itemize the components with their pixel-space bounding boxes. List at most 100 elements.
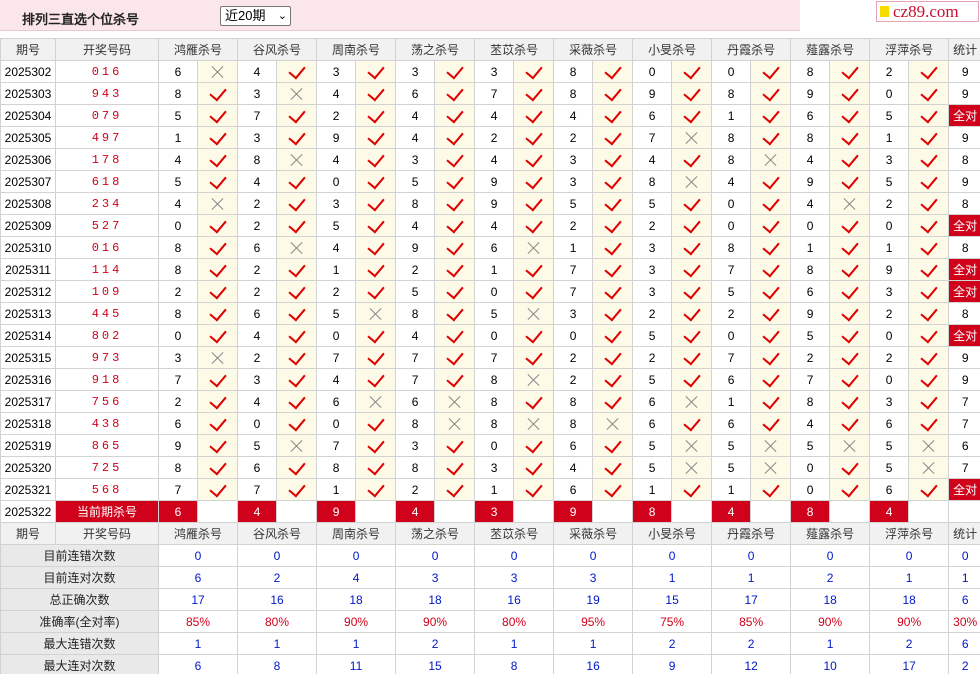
kill-number-cell: 6 xyxy=(632,412,673,435)
cross-icon xyxy=(369,307,383,321)
check-icon xyxy=(840,369,859,388)
kill-number-cell: 3 xyxy=(474,456,515,479)
kill-number-cell: 6 xyxy=(869,412,910,435)
check-icon xyxy=(208,413,227,432)
check-icon xyxy=(603,215,622,234)
period-cell: 2025311 xyxy=(0,258,56,281)
check-icon xyxy=(682,281,701,300)
hit-cell xyxy=(196,434,239,457)
hit-cell xyxy=(592,126,634,149)
cross-icon xyxy=(843,439,857,453)
check-icon xyxy=(445,171,464,190)
check-icon xyxy=(366,347,385,366)
summary-value: 0 xyxy=(474,544,555,567)
summary-value: 85% xyxy=(711,610,792,633)
check-icon xyxy=(287,281,306,300)
kill-number-cell: 1 xyxy=(474,478,515,501)
hit-cell xyxy=(276,258,318,281)
kill-number-cell: 2 xyxy=(237,280,278,303)
check-icon xyxy=(919,303,938,322)
hit-cell xyxy=(750,368,792,391)
kill-number-cell: 5 xyxy=(790,434,831,457)
miss-cell xyxy=(434,390,476,413)
summary-value: 90% xyxy=(395,610,476,633)
hit-cell xyxy=(750,258,792,281)
kill-number-cell: 2 xyxy=(553,346,594,369)
hit-cell xyxy=(908,412,950,435)
check-icon xyxy=(366,369,385,388)
check-icon xyxy=(445,149,464,168)
hit-cell xyxy=(355,148,397,171)
cross-icon xyxy=(685,131,699,145)
kill-number-cell: 0 xyxy=(869,214,910,237)
hit-cell xyxy=(196,214,239,237)
summary-value: 1 xyxy=(632,566,713,589)
kill-number-cell: 4 xyxy=(790,148,831,171)
draw-number-cell: 918 xyxy=(55,368,159,391)
site-logo[interactable]: cz89.com xyxy=(876,1,979,22)
summary-value: 18 xyxy=(869,588,950,611)
column-header: 谷风杀号 xyxy=(237,38,318,61)
draw-number-cell: 527 xyxy=(55,214,159,237)
cross-icon xyxy=(290,241,304,255)
hit-cell xyxy=(513,104,555,127)
kill-number-cell: 7 xyxy=(474,82,515,105)
summary-value: 3 xyxy=(553,566,634,589)
period-cell: 2025316 xyxy=(0,368,56,391)
kill-number-cell: 7 xyxy=(790,368,831,391)
check-icon xyxy=(761,193,780,212)
period-select[interactable]: 近20期 ⌄ xyxy=(220,6,291,26)
cross-icon xyxy=(527,373,541,387)
period-cell: 2025307 xyxy=(0,170,56,193)
summary-value: 75% xyxy=(632,610,713,633)
summary-value: 2 xyxy=(395,632,476,655)
hit-cell xyxy=(355,368,397,391)
miss-cell xyxy=(513,368,555,391)
kill-number-cell: 9 xyxy=(158,434,198,457)
miss-cell xyxy=(750,148,792,171)
check-icon xyxy=(287,369,306,388)
column-header: 周南杀号 xyxy=(316,522,397,545)
check-icon xyxy=(919,83,938,102)
hit-cell xyxy=(750,126,792,149)
kill-number-cell: 4 xyxy=(395,104,436,127)
check-icon xyxy=(445,457,464,476)
empty-cell xyxy=(948,500,980,523)
hit-cell xyxy=(908,280,950,303)
column-header: 统计 xyxy=(948,522,980,545)
check-icon xyxy=(840,237,859,256)
hit-cell xyxy=(908,82,950,105)
summary-row: 总正确次数 17 16 18 18 16 19 15 17 18 18 6 xyxy=(0,588,980,611)
kill-number-cell: 8 xyxy=(395,412,436,435)
summary-value: 2 xyxy=(948,654,980,674)
kill-number-cell: 1 xyxy=(316,258,357,281)
hit-cell xyxy=(671,346,713,369)
hit-cell xyxy=(434,302,476,325)
kill-number-cell: 4 xyxy=(711,170,752,193)
hit-cell xyxy=(671,302,713,325)
hit-cell xyxy=(196,280,239,303)
miss-cell xyxy=(592,412,634,435)
check-icon xyxy=(761,237,780,256)
summary-value: 16 xyxy=(553,654,634,674)
miss-cell xyxy=(908,434,950,457)
hit-cell xyxy=(829,236,871,259)
column-header: 开奖号码 xyxy=(55,38,159,61)
kill-number-cell: 4 xyxy=(237,60,278,83)
check-icon xyxy=(603,61,622,80)
kill-number-cell: 1 xyxy=(632,478,673,501)
summary-value: 1 xyxy=(790,632,871,655)
check-icon xyxy=(287,259,306,278)
hit-cell xyxy=(750,280,792,303)
kill-number-cell: 2 xyxy=(869,60,910,83)
hit-cell xyxy=(908,104,950,127)
hit-cell xyxy=(355,280,397,303)
stat-cell: 6 xyxy=(948,434,980,457)
hit-cell xyxy=(434,258,476,281)
miss-cell xyxy=(355,390,397,413)
stat-cell: 7 xyxy=(948,456,980,479)
miss-cell xyxy=(513,412,555,435)
check-icon xyxy=(840,479,859,498)
kill-number-cell: 4 xyxy=(474,104,515,127)
check-icon xyxy=(840,215,859,234)
